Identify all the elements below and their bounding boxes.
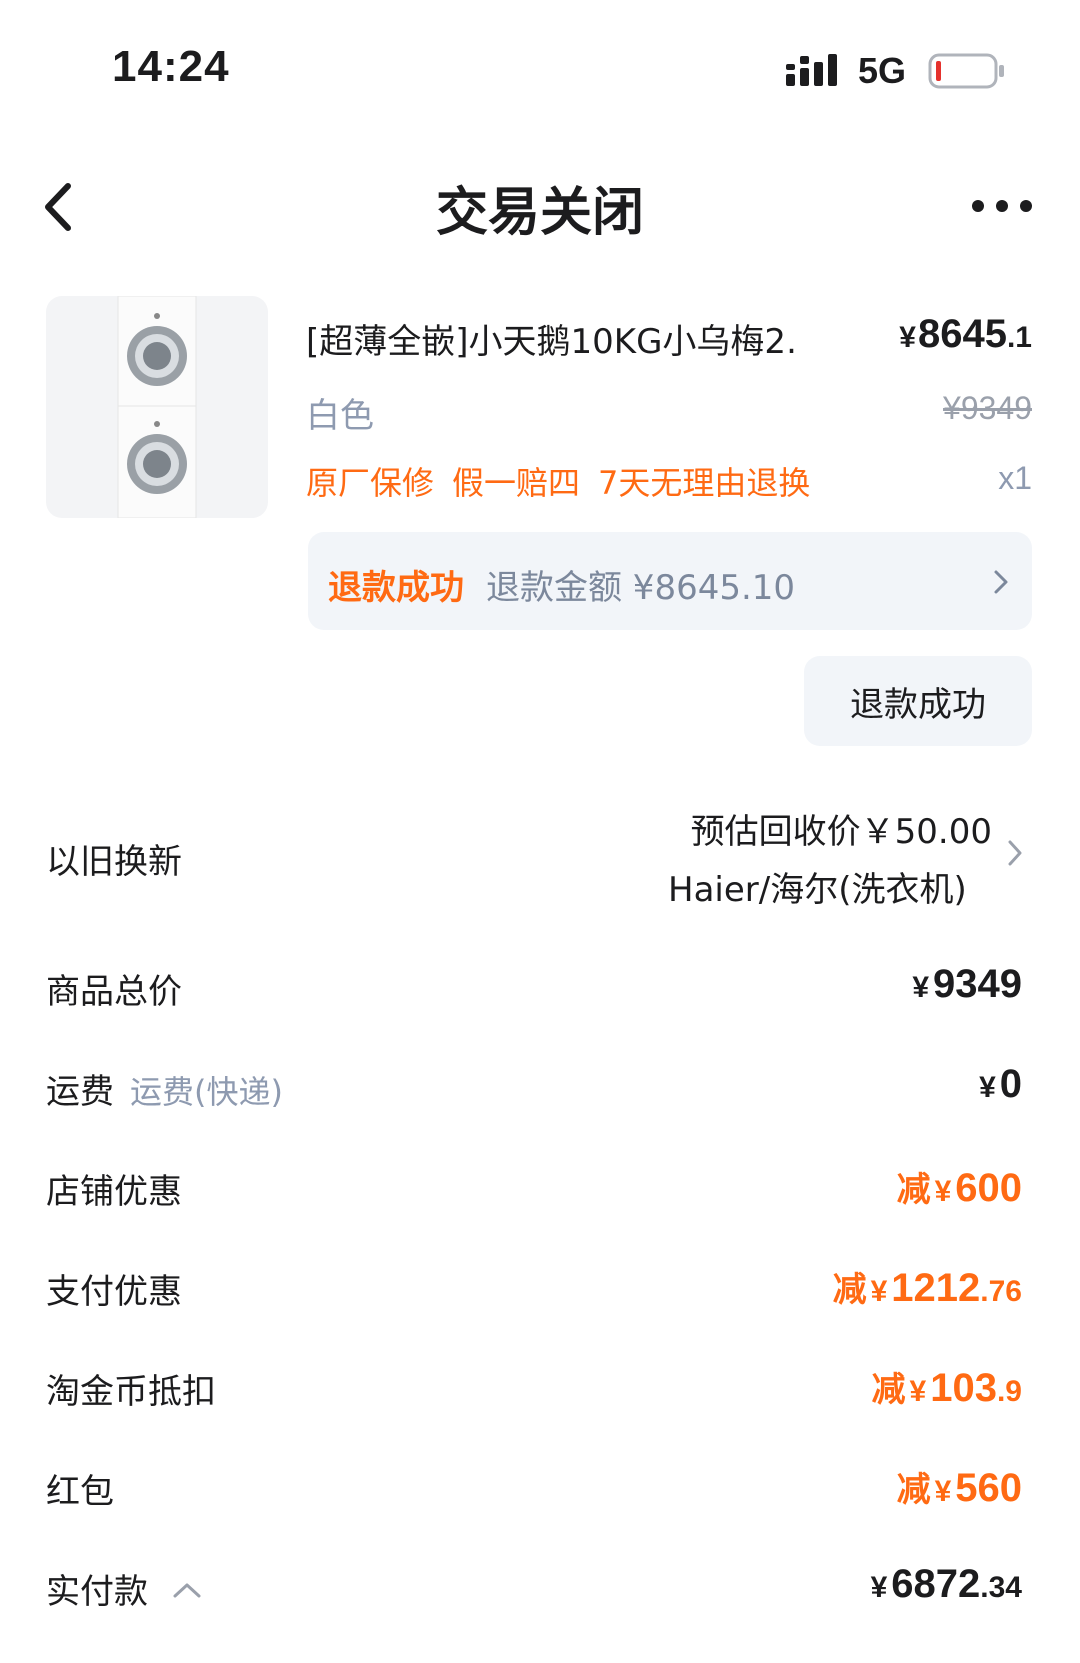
product-image[interactable] [46,296,268,518]
trade-in-estimate[interactable]: 预估回收价￥50.00 [691,804,992,853]
amount: 103 [930,1366,997,1410]
currency-symbol: ¥ [979,1071,996,1104]
status-time: 14:24 [112,42,230,91]
product-variant: 白色 [306,396,374,436]
payment-discount-label: 支付优惠 [46,1272,182,1312]
chevron-right-icon[interactable] [1006,838,1024,868]
amount: 0 [999,1062,1022,1106]
paid-value: ¥6872.34 [871,1562,1022,1607]
amount: 6872 [891,1562,981,1606]
paid-label: 实付款 [46,1572,148,1612]
more-options-icon[interactable] [970,186,1034,226]
trade-in-device[interactable]: Haier/海尔(洗衣机) [668,862,967,911]
amount-decimal: .76 [980,1275,1022,1308]
washer-dryer-illustration [117,296,197,518]
minus-prefix: 减 [871,1370,906,1410]
price-decimal: .1 [1006,321,1032,354]
red-packet-value: 减 ¥560 [897,1462,1022,1511]
currency-symbol: ¥ [870,1571,888,1604]
product-price: ¥8645.1 [899,312,1032,357]
coins-value: 减 ¥103.9 [872,1362,1022,1411]
currency-symbol: ¥ [934,1475,952,1508]
red-packet-label: 红包 [46,1472,114,1512]
currency-symbol: ¥ [870,1275,888,1308]
amount: 1212 [891,1266,981,1310]
chevron-right-icon [994,570,1008,594]
coins-label: 淘金币抵扣 [46,1372,216,1412]
chevron-up-icon[interactable] [170,1580,204,1600]
refund-card[interactable]: 退款成功 退款金额 ¥8645.10 [308,532,1032,630]
currency-symbol: ¥ [899,321,916,354]
product-title[interactable]: [超薄全嵌]小天鹅10KG小乌梅2. [306,314,872,363]
tag-return: 7天无理由退换 [598,464,811,502]
total-value: ¥9349 [912,962,1022,1007]
page-title: 交易关闭 [435,183,644,243]
currency-symbol: ¥ [912,971,930,1004]
original-price: ¥9349 [943,390,1032,426]
minus-prefix: 减 [896,1170,931,1210]
refund-amount: 退款金额 ¥8645.10 [486,568,796,608]
shipping-text: 运费 [46,1072,114,1112]
shipping-value: ¥0 [979,1062,1022,1107]
quantity: x1 [998,460,1032,496]
signal-icon [786,54,837,86]
battery-icon [928,53,1004,89]
currency-symbol: ¥ [934,1175,952,1208]
tag-warranty: 原厂保修 [306,464,435,502]
total-label: 商品总价 [46,972,182,1012]
amount-decimal: .34 [980,1571,1022,1604]
amount: 9349 [933,962,1022,1006]
refund-success-button[interactable]: 退款成功 [804,656,1032,746]
currency-symbol: ¥ [909,1375,927,1408]
store-discount-label: 店铺优惠 [46,1172,182,1212]
tag-genuine: 假一赔四 [452,464,581,502]
store-discount-value: 减 ¥600 [897,1162,1022,1211]
price-integer: 8645 [917,312,1007,356]
refund-status: 退款成功 [328,568,464,608]
network-type: 5G [858,50,907,91]
amount-decimal: .9 [996,1375,1022,1408]
minus-prefix: 减 [832,1270,867,1310]
trade-in-label: 以旧换新 [46,842,182,882]
shipping-label: 运费 运费(快递) [46,1064,283,1113]
amount: 560 [955,1466,1022,1510]
minus-prefix: 减 [896,1470,931,1510]
service-tags: 原厂保修 假一赔四 7天无理由退换 [306,458,828,504]
amount: 600 [955,1166,1022,1210]
payment-discount-value: 减 ¥1212.76 [833,1262,1022,1311]
shipping-method: 运费(快递) [130,1073,283,1111]
